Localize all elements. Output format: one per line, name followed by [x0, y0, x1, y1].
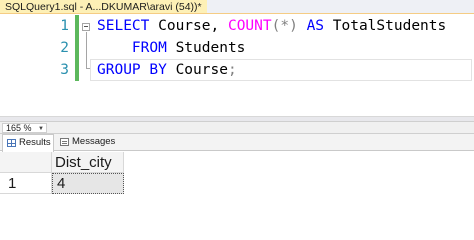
chevron-down-icon: ▼: [38, 126, 44, 132]
messages-icon: [60, 138, 69, 146]
query-editor[interactable]: 1 2 3 SELECT Course, COUNT(*) AS TotalSt…: [0, 14, 474, 116]
change-tracking-bar: [75, 15, 79, 81]
keyword: AS: [306, 18, 325, 34]
grid-corner[interactable]: [0, 152, 52, 173]
identifier: TotalStudents: [324, 18, 447, 34]
collapse-outline-icon[interactable]: [82, 23, 90, 31]
keyword: FROM: [131, 40, 167, 56]
line-number-gutter: 1 2 3: [0, 14, 74, 116]
line-number: 3: [60, 62, 69, 78]
code-line-3: GROUP BY Course;: [97, 59, 237, 81]
keyword: GROUP BY: [97, 62, 167, 78]
query-tab[interactable]: SQLQuery1.sql - A...DKUMAR\aravi (54))*: [0, 0, 207, 14]
zoom-bar: 165 % ▼: [0, 121, 474, 134]
tab-results[interactable]: Results: [2, 134, 54, 152]
identifier: Students: [166, 40, 246, 56]
outline-guide: [86, 32, 87, 69]
results-tab-strip: Results Messages: [0, 134, 474, 152]
grid-icon: [7, 139, 16, 147]
results-grid: Dist_city 1 4: [0, 152, 474, 213]
operator: (*): [271, 18, 298, 34]
identifier: Course,: [149, 18, 228, 34]
tab-label: Results: [19, 137, 51, 148]
line-number: 1: [60, 18, 69, 34]
code-line-1: SELECT Course, COUNT(*) AS TotalStudents: [97, 15, 446, 37]
tab-messages[interactable]: Messages: [56, 134, 116, 151]
identifier: Course: [166, 62, 228, 78]
row-header[interactable]: 1: [0, 173, 52, 194]
document-tab-bar: SQLQuery1.sql - A...DKUMAR\aravi (54))*: [0, 0, 474, 14]
zoom-value: 165 %: [6, 123, 32, 133]
function-name: COUNT: [227, 18, 272, 34]
code-line-2: FROM Students: [97, 37, 246, 59]
tab-label: Messages: [72, 136, 116, 147]
zoom-dropdown[interactable]: 165 % ▼: [2, 123, 47, 133]
keyword: SELECT: [97, 18, 150, 34]
column-header-dist-city[interactable]: Dist_city: [52, 152, 124, 173]
grid-cell[interactable]: 4: [52, 173, 124, 194]
line-number: 2: [60, 40, 69, 56]
operator: ;: [227, 62, 237, 78]
